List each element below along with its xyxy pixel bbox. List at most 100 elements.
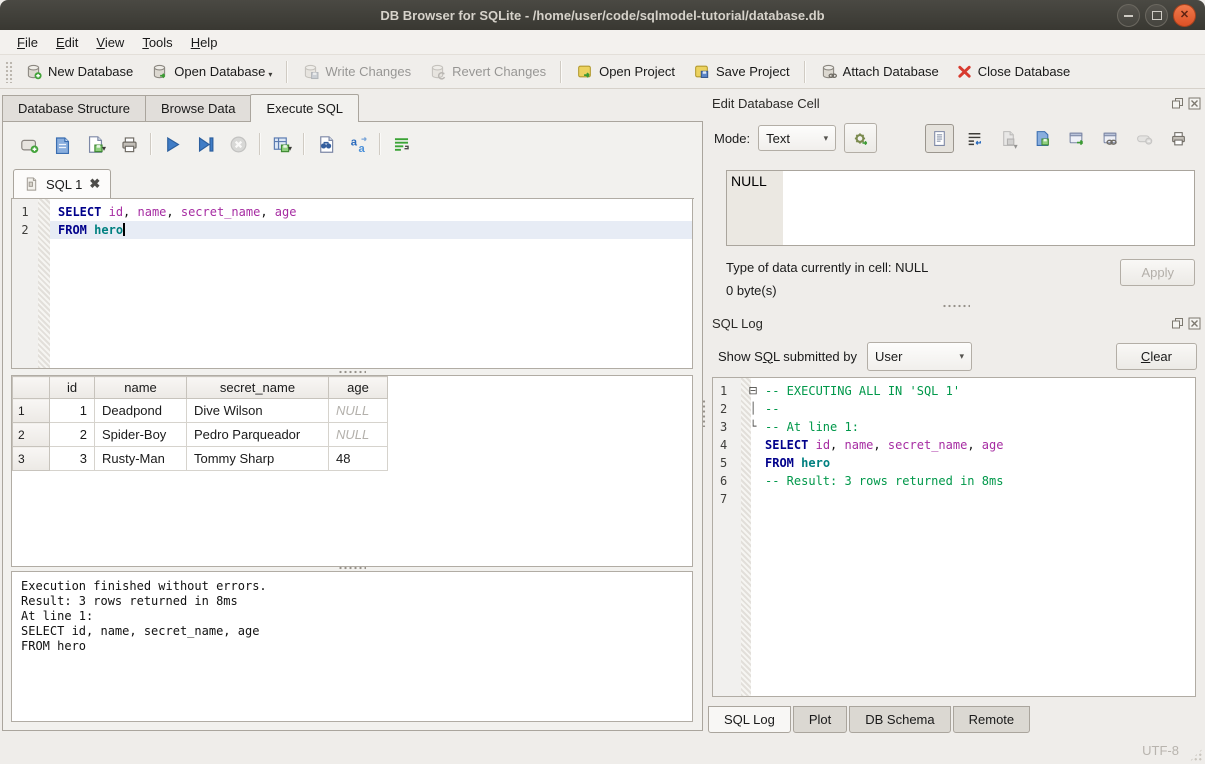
execute-all-button[interactable] (156, 132, 189, 157)
mode-select[interactable]: Text ▾ (758, 125, 836, 151)
column-header-secret_name[interactable]: secret_name (187, 377, 329, 399)
resize-grip[interactable] (1189, 748, 1203, 762)
find-button[interactable] (309, 132, 342, 157)
new-database-button[interactable]: New Database (16, 59, 142, 84)
save-results-dropdown-icon[interactable]: ▾ (288, 144, 292, 153)
table-cell[interactable]: NULL (329, 423, 388, 447)
open-database-button[interactable]: Open Database ▾ (142, 59, 281, 84)
code-line[interactable]: 6-- Result: 3 rows returned in 8ms (713, 472, 1195, 490)
save-results-button[interactable]: ▾ (265, 132, 299, 157)
float-dock-icon[interactable] (1171, 317, 1184, 330)
close-tab-icon[interactable]: ✖ (89, 176, 100, 192)
column-header-name[interactable]: name (95, 377, 187, 399)
log-filter-select[interactable]: User ▾ (867, 342, 972, 371)
stop-button[interactable] (222, 132, 255, 157)
row-number[interactable]: 3 (13, 447, 50, 471)
cell-editor[interactable]: NULL (726, 170, 1195, 246)
code-line[interactable]: 4SELECT id, name, secret_name, age (713, 436, 1195, 454)
menu-help[interactable]: Help (182, 32, 227, 53)
word-wrap-button[interactable] (385, 132, 418, 157)
find-replace-button[interactable]: aa (342, 132, 375, 157)
column-header-id[interactable]: id (50, 377, 95, 399)
fold-marker-icon[interactable]: ⊟ (741, 382, 765, 400)
code-line[interactable]: 2FROM hero (12, 221, 692, 239)
maximize-button[interactable] (1145, 4, 1168, 27)
close-database-button[interactable]: Close Database (948, 60, 1080, 83)
column-header-age[interactable]: age (329, 377, 388, 399)
table-cell[interactable]: 48 (329, 447, 388, 471)
menu-file[interactable]: File (8, 32, 47, 53)
row-number[interactable]: 2 (13, 423, 50, 447)
fold-margin (38, 203, 50, 221)
save-sql-dropdown-icon[interactable]: ▾ (102, 144, 106, 153)
close-window-button[interactable]: ✕ (1173, 4, 1196, 27)
print-cell-button[interactable] (1165, 125, 1192, 152)
tab-execute-sql[interactable]: Execute SQL (250, 94, 359, 122)
row-number[interactable]: 1 (13, 399, 50, 423)
table-cell[interactable]: Pedro Parqueador (187, 423, 329, 447)
code-line[interactable]: 2│-- (713, 400, 1195, 418)
grid-corner[interactable] (13, 377, 50, 399)
clear-log-button[interactable]: Clear (1116, 343, 1197, 370)
open-project-button[interactable]: Open Project (567, 59, 684, 84)
sql1-tab[interactable]: SQL 1 ✖ (13, 169, 111, 198)
cell-edit-area[interactable] (783, 171, 1194, 245)
import-cell-data-button[interactable]: ▾ (995, 125, 1022, 152)
code-line[interactable]: 7 (713, 490, 1195, 508)
float-dock-icon[interactable] (1171, 97, 1184, 110)
code-line[interactable]: 1⊟-- EXECUTING ALL IN 'SQL 1' (713, 382, 1195, 400)
code-line[interactable]: 5FROM hero (713, 454, 1195, 472)
open-sql-file-button[interactable] (46, 132, 79, 157)
save-sql-file-button[interactable]: ▾ (79, 132, 113, 157)
execution-message[interactable]: Execution finished without errors. Resul… (11, 571, 693, 722)
tab-remote[interactable]: Remote (953, 706, 1031, 733)
new-sql-tab-button[interactable] (13, 132, 46, 157)
word-wrap-cell-button[interactable] (961, 125, 988, 152)
fold-marker-icon[interactable]: └ (741, 418, 765, 436)
fold-marker-icon[interactable]: │ (741, 400, 765, 418)
table-cell[interactable]: 2 (50, 423, 95, 447)
copy-link-button[interactable] (1097, 125, 1124, 152)
table-cell[interactable]: 3 (50, 447, 95, 471)
apply-button[interactable]: Apply (1120, 259, 1195, 286)
write-changes-button[interactable]: Write Changes (293, 59, 420, 84)
titlebar[interactable]: DB Browser for SQLite - /home/user/code/… (0, 0, 1205, 30)
sql-log-view[interactable]: 1⊟-- EXECUTING ALL IN 'SQL 1'2│--3└-- At… (712, 377, 1196, 697)
table-cell[interactable]: NULL (329, 399, 388, 423)
table-cell[interactable]: Deadpond (95, 399, 187, 423)
table-cell[interactable]: Spider-Boy (95, 423, 187, 447)
tab-plot[interactable]: Plot (793, 706, 847, 733)
tab-browse-data[interactable]: Browse Data (145, 95, 251, 122)
code-line[interactable]: 3└-- At line 1: (713, 418, 1195, 436)
text-mode-button[interactable] (925, 124, 954, 153)
open-external-button[interactable] (1063, 125, 1090, 152)
minimize-button[interactable] (1117, 4, 1140, 27)
open-database-dropdown-icon[interactable]: ▾ (268, 70, 272, 79)
table-cell[interactable]: Rusty-Man (95, 447, 187, 471)
splitter-cell-log[interactable] (712, 303, 1199, 309)
table-cell[interactable]: Tommy Sharp (187, 447, 329, 471)
table-cell[interactable]: 1 (50, 399, 95, 423)
auto-apply-settings-button[interactable] (844, 123, 877, 153)
execute-current-line-button[interactable] (189, 132, 222, 157)
code-line[interactable]: 1SELECT id, name, secret_name, age (12, 203, 692, 221)
menu-tools[interactable]: Tools (133, 32, 181, 53)
save-project-button[interactable]: Save Project (684, 59, 799, 84)
attach-database-button[interactable]: Attach Database (811, 59, 948, 84)
tab-database-structure[interactable]: Database Structure (2, 95, 146, 122)
toolbar-handle[interactable] (5, 61, 13, 83)
revert-changes-button[interactable]: Revert Changes (420, 59, 555, 84)
print-sql-button[interactable] (113, 132, 146, 157)
statusbar: UTF-8 (0, 737, 1205, 764)
menu-view[interactable]: View (87, 32, 133, 53)
set-null-button[interactable] (1131, 125, 1158, 152)
tab-sql-log[interactable]: SQL Log (708, 706, 791, 733)
close-dock-icon[interactable] (1188, 317, 1201, 330)
table-cell[interactable]: Dive Wilson (187, 399, 329, 423)
export-cell-data-button[interactable] (1029, 125, 1056, 152)
tab-db-schema[interactable]: DB Schema (849, 706, 950, 733)
sql-log-title: SQL Log (712, 316, 1171, 331)
menu-edit[interactable]: Edit (47, 32, 87, 53)
close-dock-icon[interactable] (1188, 97, 1201, 110)
sql-editor[interactable]: 1SELECT id, name, secret_name, age2FROM … (11, 198, 693, 369)
